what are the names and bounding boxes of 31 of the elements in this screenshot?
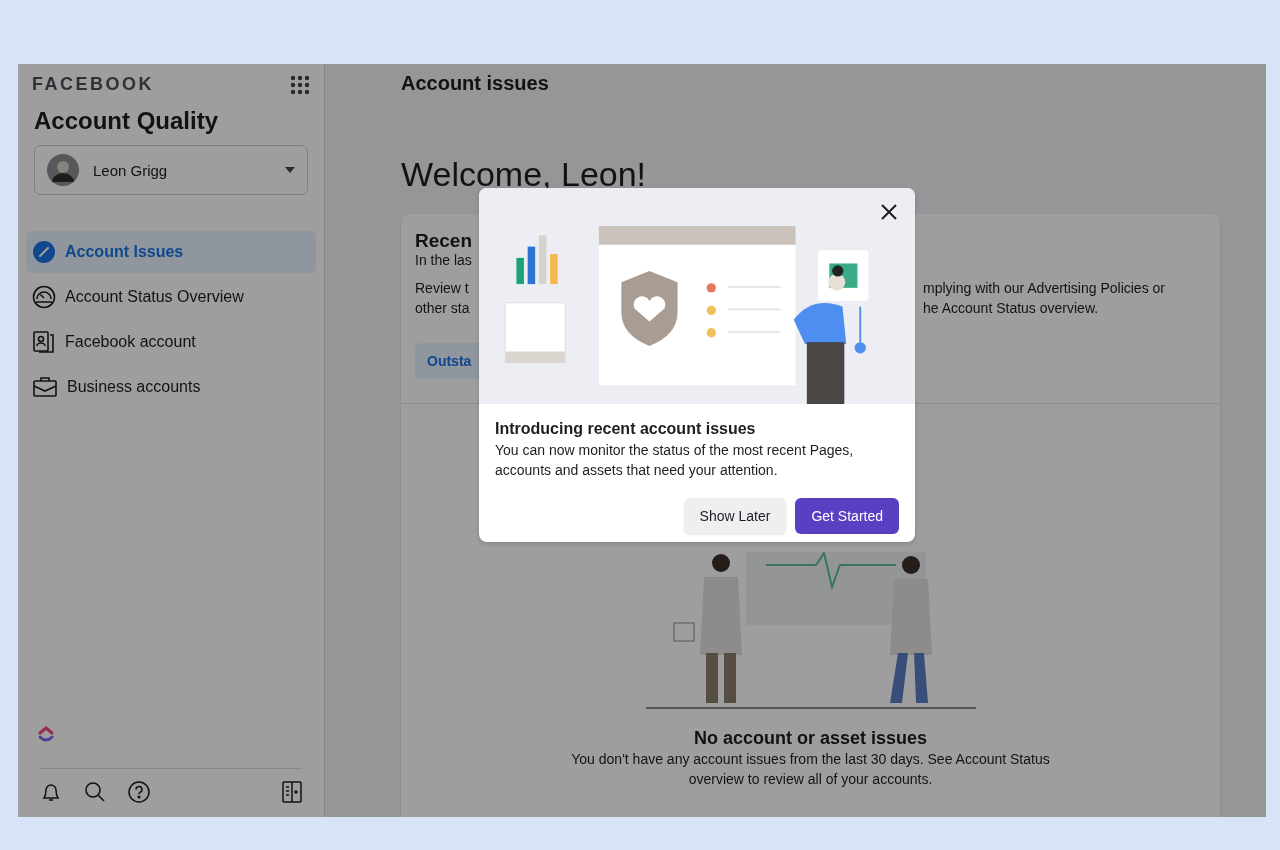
card-heading: Recen [415,230,474,252]
card-subheading: In the las [415,252,473,268]
bell-icon[interactable] [40,781,62,803]
app-grid-icon[interactable] [290,74,310,95]
dialog-title: Introducing recent account issues [495,420,757,438]
app-title: Account Quality [33,106,220,135]
account-selector[interactable]: Leon Grigg [34,145,308,195]
dialog-text: You can now monitor the status of the most recent Pages, accounts and assets that need your attention. [495,441,855,480]
body-text: Review t [415,280,470,297]
empty-title: No account or asset issues [693,728,928,749]
empty-text: You don't have any account issues from the last 30 days. See Account Status overview to review all of your accounts. [570,750,1051,789]
briefcase-icon [32,375,58,399]
body-text: he Account Status overview. [923,300,1099,317]
brand-wordmark: FACEBOOK [32,74,154,95]
welcome-heading: Welcome, Leon! [401,155,648,194]
gauge-icon [32,285,56,309]
pencil-circle-icon [32,240,56,264]
nav-item[interactable]: Business accounts [26,366,316,408]
avatar [47,154,79,186]
get-started-button[interactable]: Get Started [795,498,899,534]
page-title: Account issues [401,72,550,95]
search-icon[interactable] [84,781,106,803]
body-text: other sta [415,300,471,317]
nav-item[interactable]: Facebook account [26,321,316,363]
show-later-button[interactable]: Show Later [683,498,787,534]
help-icon[interactable] [128,781,150,803]
panel-toggle-icon[interactable] [282,781,302,803]
id-badge-icon [32,330,56,354]
caret-icon [285,167,295,173]
nav-item[interactable]: Account Status Overview [26,276,316,318]
body-text: mplying with our Advertising Policies or [923,280,1165,297]
